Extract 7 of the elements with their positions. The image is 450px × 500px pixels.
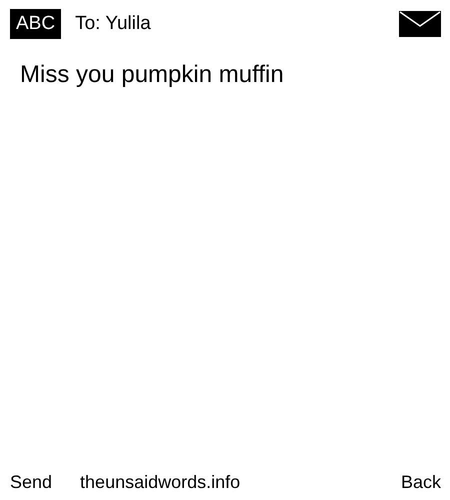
back-softkey[interactable]: Back: [400, 472, 441, 492]
website-label: theunsaidwords.info: [80, 472, 242, 492]
send-softkey[interactable]: Send: [10, 472, 52, 492]
envelope-icon: [399, 10, 441, 36]
input-mode-badge: ABC: [10, 8, 62, 38]
recipient-label: To: Yulila: [75, 12, 152, 34]
message-text: Miss you pumpkin muffin: [19, 60, 285, 90]
